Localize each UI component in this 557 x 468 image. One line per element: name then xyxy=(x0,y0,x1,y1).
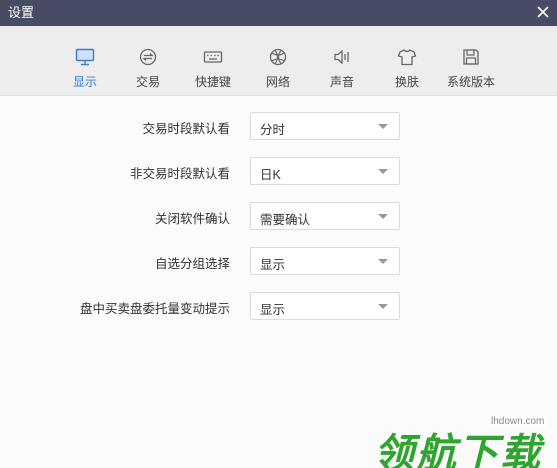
watermark-logo-text: 领航下载 xyxy=(374,431,542,468)
setting-label: 交易时段默认看 xyxy=(142,122,230,136)
settings-tab-bar: 显示 交易 快捷键 网络 声音 换肤 系统版本 xyxy=(0,26,557,96)
tab-skin-label: 换肤 xyxy=(394,75,419,89)
setting-row-watchlist-group: 自选分组选择 显示 xyxy=(0,247,557,275)
keyboard-icon xyxy=(202,46,224,68)
tab-shortcuts[interactable]: 快捷键 xyxy=(181,26,245,96)
close-icon xyxy=(537,6,549,18)
close-confirm-select[interactable]: 需要确认 xyxy=(250,202,400,230)
globe-icon xyxy=(267,46,289,68)
tab-system-version[interactable]: 系统版本 xyxy=(439,26,503,96)
floppy-icon xyxy=(460,46,482,68)
select-value: 日K xyxy=(260,168,281,182)
tab-trade[interactable]: 交易 xyxy=(116,26,180,96)
tab-skin[interactable]: 换肤 xyxy=(375,26,439,96)
site-watermark: lhdown.com 领航下载 xyxy=(370,405,557,468)
speaker-icon xyxy=(331,46,353,68)
select-value: 需要确认 xyxy=(260,213,311,227)
tab-system-version-label: 系统版本 xyxy=(446,75,495,89)
setting-row-trading-hours: 交易时段默认看 分时 xyxy=(0,112,557,140)
trading-hours-view-select[interactable]: 分时 xyxy=(250,112,400,140)
chevron-down-icon xyxy=(378,214,388,219)
chevron-down-icon xyxy=(378,304,388,309)
setting-label: 盘中买卖盘委托量变动提示 xyxy=(79,302,230,316)
chevron-down-icon xyxy=(378,259,388,264)
title-bar: 设置 xyxy=(0,0,557,26)
exchange-icon xyxy=(137,46,159,68)
tab-shortcuts-label: 快捷键 xyxy=(194,75,231,89)
chevron-down-icon xyxy=(378,169,388,174)
chevron-down-icon xyxy=(378,124,388,129)
shirt-icon xyxy=(396,46,418,68)
select-value: 显示 xyxy=(260,258,286,272)
setting-row-non-trading-hours: 非交易时段默认看 日K xyxy=(0,157,557,185)
tab-network-label: 网络 xyxy=(265,75,290,89)
setting-row-order-change-alert: 盘中买卖盘委托量变动提示 显示 xyxy=(0,292,557,320)
tab-sound-label: 声音 xyxy=(329,75,354,89)
close-button[interactable] xyxy=(533,2,553,22)
tab-display[interactable]: 显示 xyxy=(53,26,117,96)
window-title: 设置 xyxy=(8,5,35,20)
monitor-icon xyxy=(74,46,96,68)
setting-label: 非交易时段默认看 xyxy=(129,167,230,181)
watchlist-group-select[interactable]: 显示 xyxy=(250,247,400,275)
setting-label: 自选分组选择 xyxy=(154,257,230,271)
setting-label: 关闭软件确认 xyxy=(154,212,230,226)
select-value: 显示 xyxy=(260,303,286,317)
tab-display-label: 显示 xyxy=(72,75,97,89)
tab-sound[interactable]: 声音 xyxy=(310,26,374,96)
setting-row-close-confirm: 关闭软件确认 需要确认 xyxy=(0,202,557,230)
tab-network[interactable]: 网络 xyxy=(246,26,310,96)
non-trading-hours-view-select[interactable]: 日K xyxy=(250,157,400,185)
order-change-alert-select[interactable]: 显示 xyxy=(250,292,400,320)
tab-trade-label: 交易 xyxy=(135,75,160,89)
select-value: 分时 xyxy=(260,123,286,137)
